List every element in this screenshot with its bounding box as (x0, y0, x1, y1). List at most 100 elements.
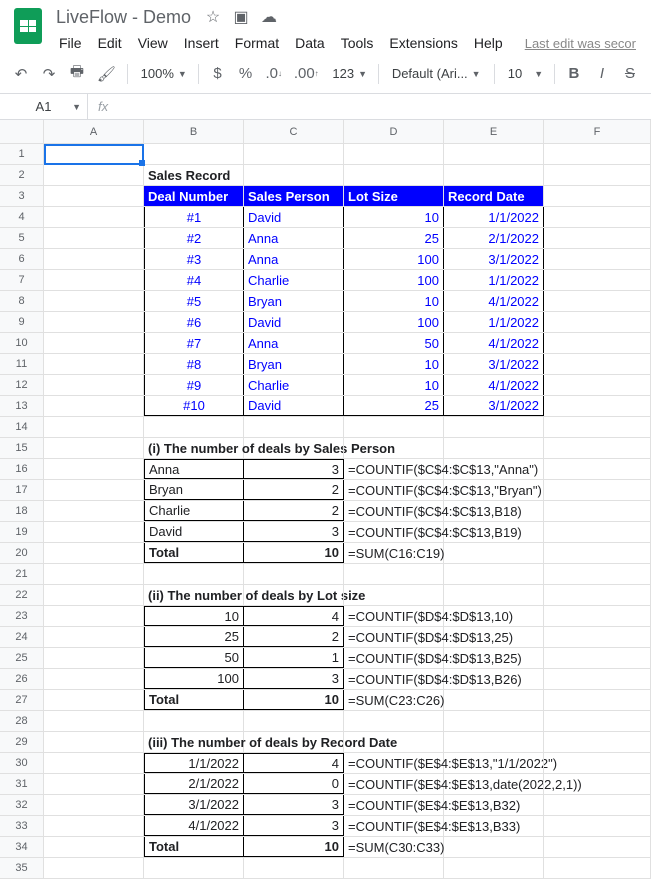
cell-D1[interactable] (344, 144, 444, 164)
cell-D5[interactable]: 25 (344, 228, 444, 248)
cell-F21[interactable] (544, 564, 651, 584)
cell-E10[interactable]: 4/1/2022 (444, 333, 544, 353)
cell-C18[interactable]: 2 (244, 501, 344, 521)
cell-B5[interactable]: #2 (144, 228, 244, 248)
row-header-28[interactable]: 28 (0, 711, 44, 731)
cell-E14[interactable] (444, 417, 544, 437)
cell-C12[interactable]: Charlie (244, 375, 344, 395)
cell-D9[interactable]: 100 (344, 312, 444, 332)
cell-A28[interactable] (44, 711, 144, 731)
cell-F19[interactable] (544, 522, 651, 542)
cell-B27[interactable]: Total (144, 690, 244, 710)
row-header-29[interactable]: 29 (0, 732, 44, 752)
move-icon[interactable]: ▣ (231, 7, 251, 27)
cell-C14[interactable] (244, 417, 344, 437)
cell-F17[interactable] (544, 480, 651, 500)
strike-button[interactable]: S (619, 60, 641, 88)
cell-B17[interactable]: Bryan (144, 480, 244, 500)
cell-A23[interactable] (44, 606, 144, 626)
cell-F11[interactable] (544, 354, 651, 374)
cell-F7[interactable] (544, 270, 651, 290)
cell-B9[interactable]: #6 (144, 312, 244, 332)
redo-button[interactable]: ↷ (38, 60, 60, 88)
cell-E3[interactable]: Record Date (444, 186, 544, 206)
col-header-F[interactable]: F (544, 120, 651, 143)
row-header-15[interactable]: 15 (0, 438, 44, 458)
currency-button[interactable]: $ (207, 60, 229, 88)
cell-C32[interactable]: 3 (244, 795, 344, 815)
row-header-1[interactable]: 1 (0, 144, 44, 164)
percent-button[interactable]: % (235, 60, 257, 88)
cell-E28[interactable] (444, 711, 544, 731)
cell-E4[interactable]: 1/1/2022 (444, 207, 544, 227)
cell-B34[interactable]: Total (144, 837, 244, 857)
cell-B24[interactable]: 25 (144, 627, 244, 647)
row-header-34[interactable]: 34 (0, 837, 44, 857)
cell-F30[interactable] (544, 753, 651, 773)
row-header-6[interactable]: 6 (0, 249, 44, 269)
cell-B35[interactable] (144, 858, 244, 878)
cell-C16[interactable]: 3 (244, 459, 344, 479)
cell-E8[interactable]: 4/1/2022 (444, 291, 544, 311)
row-header-22[interactable]: 22 (0, 585, 44, 605)
cell-F10[interactable] (544, 333, 651, 353)
row-header-4[interactable]: 4 (0, 207, 44, 227)
cell-D7[interactable]: 100 (344, 270, 444, 290)
cell-A18[interactable] (44, 501, 144, 521)
cell-F18[interactable] (544, 501, 651, 521)
cell-E22[interactable] (444, 585, 544, 605)
grid-body[interactable]: 12Sales Record3Deal NumberSales PersonLo… (0, 144, 651, 879)
cell-C17[interactable]: 2 (244, 480, 344, 500)
cell-A32[interactable] (44, 795, 144, 815)
cell-D14[interactable] (344, 417, 444, 437)
cell-F1[interactable] (544, 144, 651, 164)
row-header-25[interactable]: 25 (0, 648, 44, 668)
cell-D18[interactable]: =COUNTIF($C$4:$C$13,B18) (344, 501, 444, 521)
row-header-30[interactable]: 30 (0, 753, 44, 773)
cell-A4[interactable] (44, 207, 144, 227)
cell-A20[interactable] (44, 543, 144, 563)
row-header-12[interactable]: 12 (0, 375, 44, 395)
cell-B22[interactable]: (ii) The number of deals by Lot size (144, 585, 244, 605)
row-header-32[interactable]: 32 (0, 795, 44, 815)
cell-B33[interactable]: 4/1/2022 (144, 816, 244, 836)
cell-E30[interactable] (444, 753, 544, 773)
cell-D29[interactable] (344, 732, 444, 752)
menu-insert[interactable]: Insert (177, 32, 226, 54)
cell-B25[interactable]: 50 (144, 648, 244, 668)
cell-F24[interactable] (544, 627, 651, 647)
cell-F25[interactable] (544, 648, 651, 668)
menu-extensions[interactable]: Extensions (382, 32, 464, 54)
cell-B26[interactable]: 100 (144, 669, 244, 689)
cell-D8[interactable]: 10 (344, 291, 444, 311)
cell-F32[interactable] (544, 795, 651, 815)
cell-D30[interactable]: =COUNTIF($E$4:$E$13,"1/1/2022") (344, 753, 444, 773)
row-header-18[interactable]: 18 (0, 501, 44, 521)
decrease-decimal-button[interactable]: .0↓ (263, 60, 285, 88)
cell-F2[interactable] (544, 165, 651, 185)
row-header-21[interactable]: 21 (0, 564, 44, 584)
cell-D27[interactable]: =SUM(C23:C26) (344, 690, 444, 710)
row-header-13[interactable]: 13 (0, 396, 44, 416)
cell-B18[interactable]: Charlie (144, 501, 244, 521)
cell-D22[interactable] (344, 585, 444, 605)
undo-button[interactable]: ↶ (10, 60, 32, 88)
menu-help[interactable]: Help (467, 32, 510, 54)
cell-F16[interactable] (544, 459, 651, 479)
cell-A27[interactable] (44, 690, 144, 710)
cell-A15[interactable] (44, 438, 144, 458)
zoom-select[interactable]: 100%▼ (136, 60, 190, 88)
cell-C34[interactable]: 10 (244, 837, 344, 857)
cell-F26[interactable] (544, 669, 651, 689)
cell-E16[interactable] (444, 459, 544, 479)
menu-data[interactable]: Data (288, 32, 332, 54)
cell-F27[interactable] (544, 690, 651, 710)
cell-C8[interactable]: Bryan (244, 291, 344, 311)
star-icon[interactable]: ☆ (203, 7, 223, 27)
row-header-33[interactable]: 33 (0, 816, 44, 836)
cell-D23[interactable]: =COUNTIF($D$4:$D$13,10) (344, 606, 444, 626)
cell-D4[interactable]: 10 (344, 207, 444, 227)
cell-C29[interactable] (244, 732, 344, 752)
row-header-19[interactable]: 19 (0, 522, 44, 542)
cell-C19[interactable]: 3 (244, 522, 344, 542)
